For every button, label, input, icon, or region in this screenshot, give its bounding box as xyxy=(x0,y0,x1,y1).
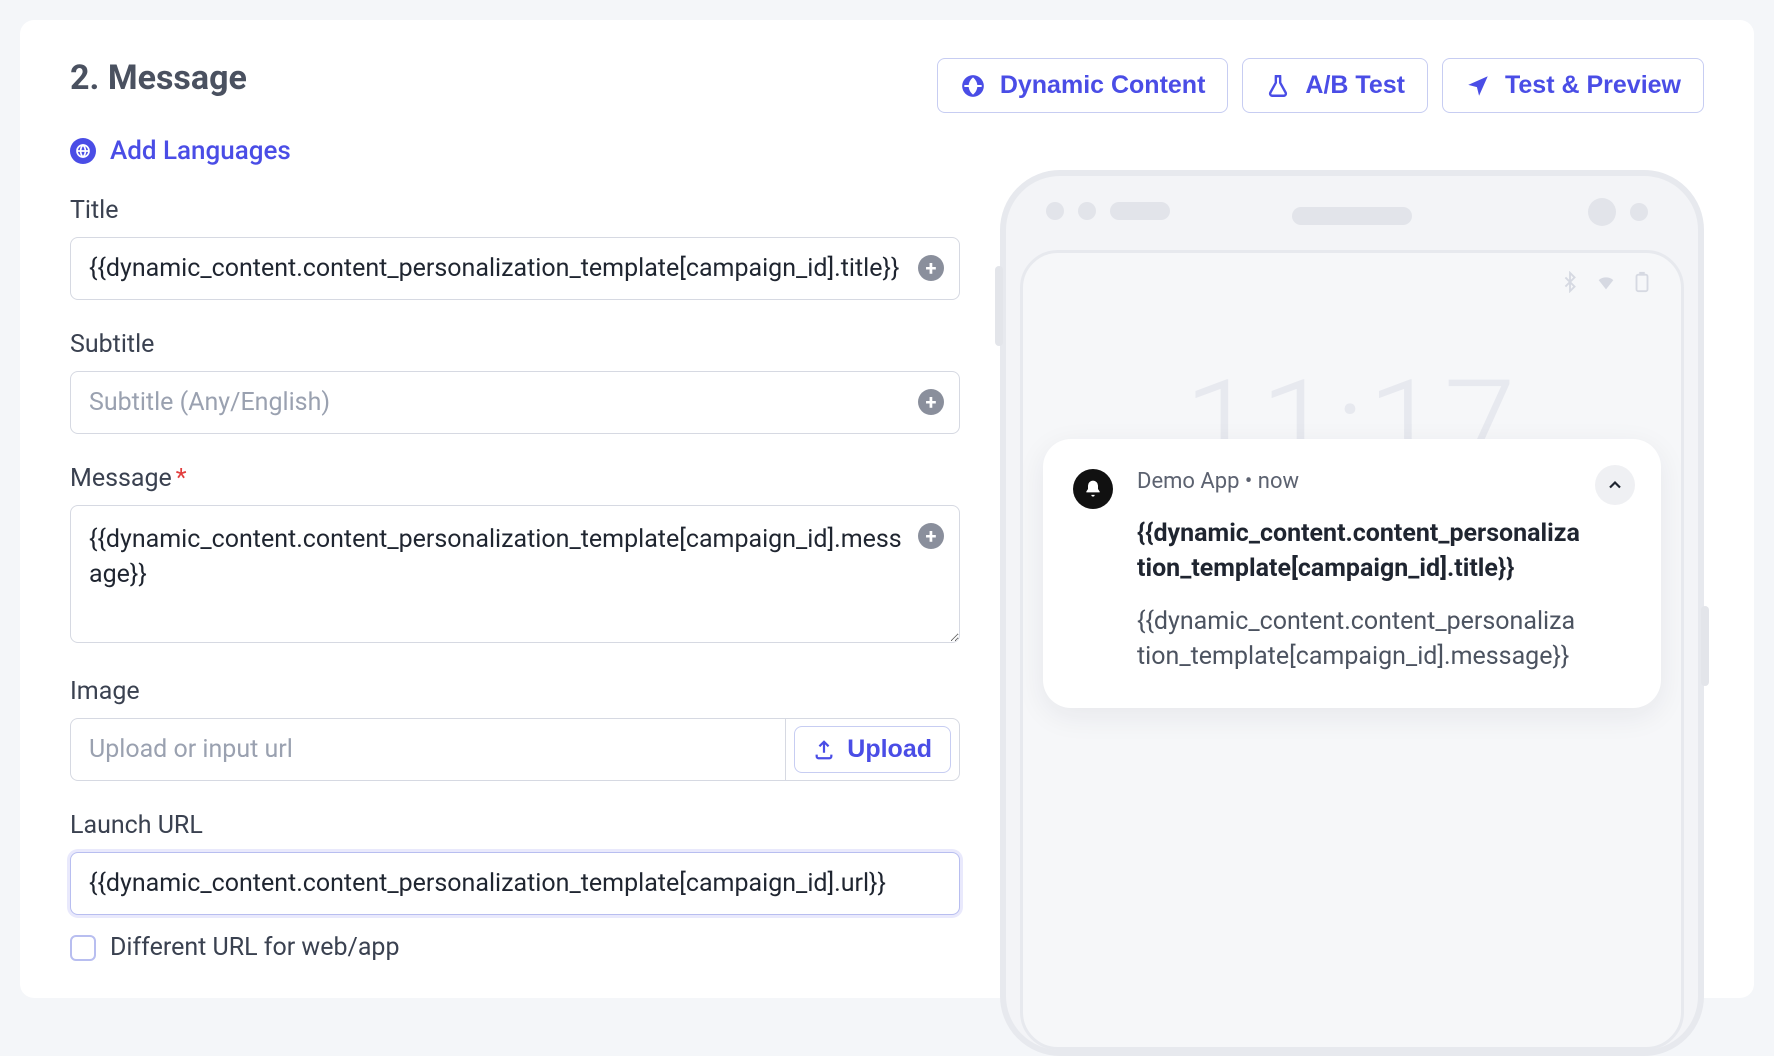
notification-expand-button[interactable] xyxy=(1595,465,1635,505)
image-label: Image xyxy=(70,677,960,706)
message-insert-icon[interactable]: + xyxy=(918,523,944,549)
message-textarea[interactable] xyxy=(70,505,960,643)
launch-url-label: Launch URL xyxy=(70,811,960,840)
phone-frame: 11:17 Demo App • now {{dynamic_content.c… xyxy=(1000,170,1704,1056)
status-icons xyxy=(1559,271,1653,293)
phone-camera-icon xyxy=(1588,198,1616,226)
bell-icon xyxy=(1083,479,1103,499)
form-column: Add Languages Title + Subtitle + Message… xyxy=(70,60,960,998)
subtitle-label: Subtitle xyxy=(70,330,960,359)
title-label: Title xyxy=(70,196,960,225)
image-url-input[interactable] xyxy=(70,718,785,781)
notification-card: Demo App • now {{dynamic_content.content… xyxy=(1043,439,1661,708)
required-asterisk: * xyxy=(176,464,187,493)
phone-side-button-right xyxy=(1701,606,1709,686)
message-card: 2. Message Dynamic Content A/B Test Test… xyxy=(20,20,1754,998)
chevron-up-icon xyxy=(1605,475,1625,495)
notification-app-icon xyxy=(1073,469,1113,509)
launch-url-input[interactable] xyxy=(70,852,960,915)
message-label-text: Message xyxy=(70,464,172,493)
phone-top-bar xyxy=(1020,196,1684,236)
different-url-checkbox[interactable] xyxy=(70,935,96,961)
message-label: Message* xyxy=(70,464,960,493)
globe-small-icon xyxy=(70,138,96,164)
phone-dot-icon xyxy=(1046,202,1064,220)
add-languages-label: Add Languages xyxy=(110,136,291,166)
phone-side-button-left xyxy=(995,266,1003,346)
preview-column: 11:17 Demo App • now {{dynamic_content.c… xyxy=(1000,60,1704,998)
bluetooth-icon xyxy=(1559,271,1581,293)
globe-icon xyxy=(960,73,986,99)
upload-label: Upload xyxy=(847,735,932,764)
phone-speaker-icon xyxy=(1292,207,1412,225)
title-insert-icon[interactable]: + xyxy=(918,255,944,281)
battery-icon xyxy=(1631,271,1653,293)
section-title: 2. Message xyxy=(70,58,247,98)
title-input[interactable] xyxy=(70,237,960,300)
notification-message: {{dynamic_content.content_personalizatio… xyxy=(1137,604,1581,674)
phone-pill-icon xyxy=(1110,202,1170,220)
image-upload-wrap: Upload xyxy=(785,718,960,781)
notification-meta: Demo App • now xyxy=(1137,469,1581,494)
subtitle-insert-icon[interactable]: + xyxy=(918,389,944,415)
phone-screen: 11:17 Demo App • now {{dynamic_content.c… xyxy=(1020,250,1684,1050)
notification-title: {{dynamic_content.content_personalizatio… xyxy=(1137,516,1581,586)
wifi-icon xyxy=(1595,271,1617,293)
add-languages-link[interactable]: Add Languages xyxy=(70,136,291,166)
upload-icon xyxy=(813,739,835,761)
upload-button[interactable]: Upload xyxy=(794,726,951,773)
subtitle-input[interactable] xyxy=(70,371,960,434)
different-url-label: Different URL for web/app xyxy=(110,933,400,962)
phone-dot-icon xyxy=(1078,202,1096,220)
phone-dot-icon xyxy=(1630,203,1648,221)
